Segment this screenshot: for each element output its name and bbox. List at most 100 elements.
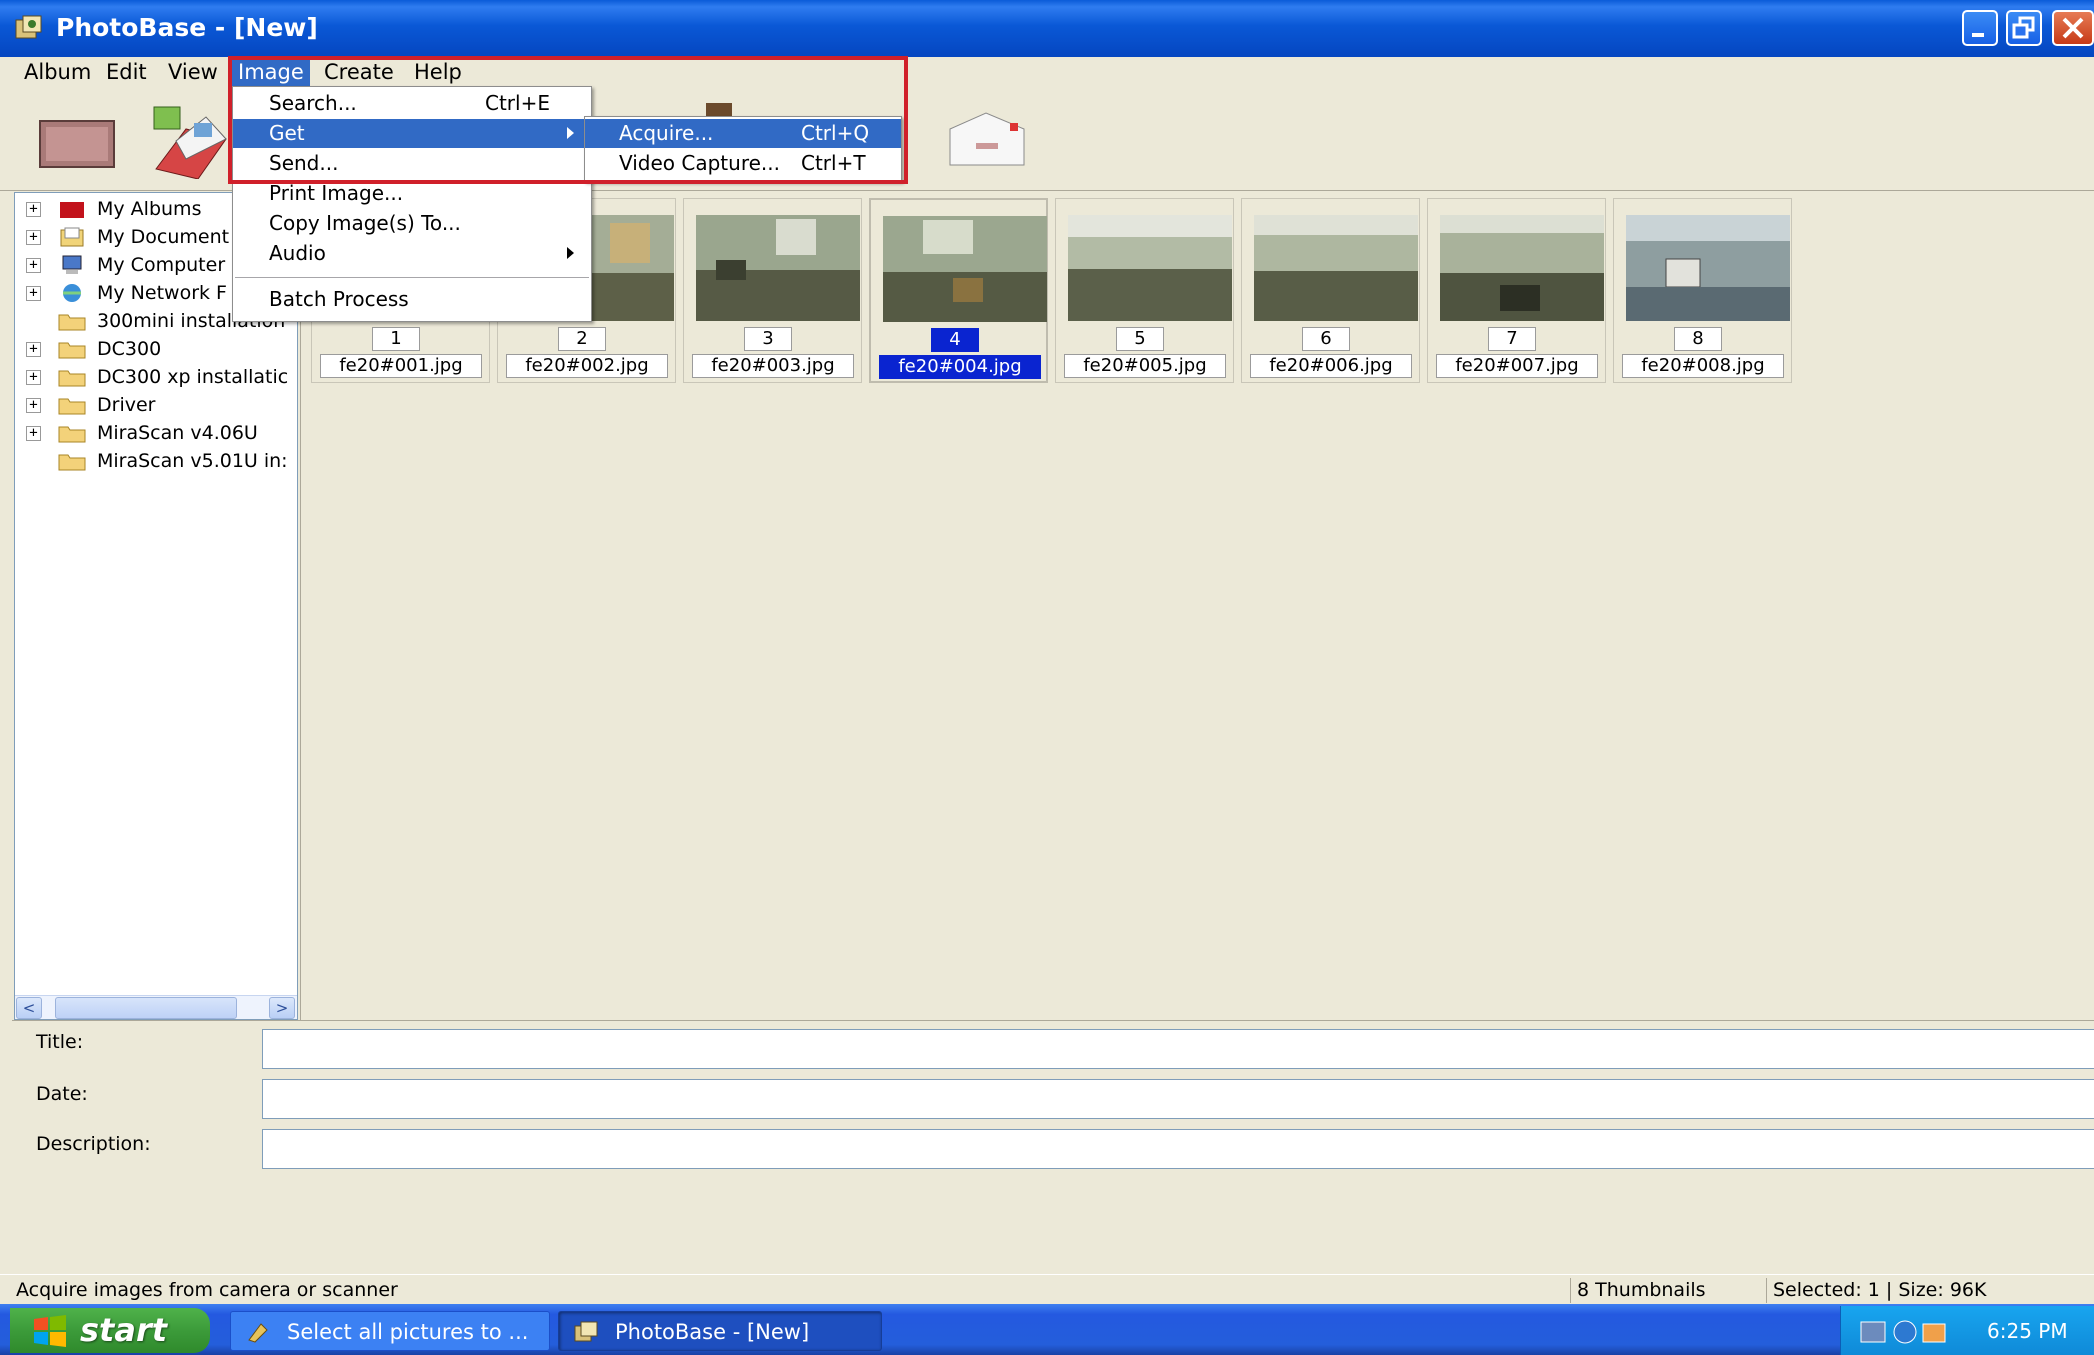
- thumbnail-image: [1626, 215, 1790, 321]
- tree-item-label: My Document: [97, 226, 230, 248]
- scrollbar-thumb[interactable]: [55, 997, 237, 1019]
- date-label: Date:: [36, 1083, 88, 1105]
- taskbar-button-label: Select all pictures to ...: [287, 1320, 529, 1344]
- tree-item-my-albums[interactable]: + My Albums: [15, 195, 205, 223]
- tree-item-label: DC300: [97, 338, 162, 360]
- tree-item-mirascan-v5[interactable]: MiraScan v5.01U in:: [15, 447, 297, 475]
- wizard-icon: [248, 1323, 268, 1343]
- documents-icon: [60, 227, 84, 247]
- thumbnail-image: [1068, 215, 1232, 321]
- thumbnail-number: 3: [744, 327, 792, 351]
- thumbnail-filename: fe20#008.jpg: [1622, 354, 1784, 378]
- thumbnail-item-selected[interactable]: 4 fe20#004.jpg: [869, 198, 1048, 383]
- tree-item-dc300[interactable]: + DC300: [15, 335, 297, 363]
- tree-item-label: MiraScan v4.06U: [97, 422, 258, 444]
- clock: 6:25 PM: [1987, 1319, 2068, 1343]
- thumbnail-item[interactable]: 5 fe20#005.jpg: [1055, 198, 1234, 383]
- annotation-highlight-box: [228, 56, 908, 184]
- thumbnail-filename: fe20#004.jpg: [879, 355, 1041, 379]
- thumbnail-item[interactable]: 6 fe20#006.jpg: [1241, 198, 1420, 383]
- close-icon: [2062, 17, 2084, 39]
- expand-icon[interactable]: +: [26, 398, 41, 413]
- thumbnail-image: [1254, 215, 1418, 321]
- tree-item-driver[interactable]: + Driver: [15, 391, 297, 419]
- thumbnail-number: 1: [372, 327, 420, 351]
- description-label: Description:: [36, 1133, 151, 1155]
- status-message: Acquire images from camera or scanner: [16, 1279, 398, 1301]
- thumbnail-filename: fe20#001.jpg: [320, 354, 482, 378]
- menu-item-audio[interactable]: Audio: [233, 239, 591, 268]
- email-toolbar-button[interactable]: [946, 109, 1030, 173]
- menu-item-label: Audio: [269, 241, 326, 265]
- thumbnail-image: [1440, 215, 1604, 321]
- windows-logo-icon: [34, 1315, 66, 1347]
- scroll-left-icon[interactable]: <: [16, 997, 42, 1019]
- menu-item-copy-images[interactable]: Copy Image(s) To...: [233, 209, 591, 238]
- taskbar-button-photobase[interactable]: PhotoBase - [New]: [558, 1311, 882, 1351]
- thumbnail-item[interactable]: 7 fe20#007.jpg: [1427, 198, 1606, 383]
- album-icon: [60, 202, 84, 218]
- expand-icon[interactable]: +: [26, 286, 41, 301]
- thumbnail-item[interactable]: 8 fe20#008.jpg: [1613, 198, 1792, 383]
- title-label: Title:: [36, 1031, 84, 1053]
- thumbnail-number: 7: [1488, 327, 1536, 351]
- start-label: start: [80, 1311, 168, 1349]
- tree-item-label: My Albums: [97, 198, 202, 220]
- album-icon: [39, 120, 115, 168]
- expand-icon[interactable]: +: [26, 258, 41, 273]
- menu-album[interactable]: Album: [18, 59, 97, 86]
- folder-icon: [58, 370, 86, 387]
- title-bar[interactable]: PhotoBase - [New]: [0, 0, 2094, 57]
- tree-item-dc300-xp[interactable]: + DC300 xp installatic: [15, 363, 297, 391]
- photo-toolbar-button[interactable]: [146, 99, 230, 180]
- expand-icon[interactable]: +: [26, 230, 41, 245]
- status-bar: Acquire images from camera or scanner 8 …: [0, 1274, 2094, 1304]
- minimize-button[interactable]: [1962, 10, 1998, 46]
- thumbnail-filename: fe20#002.jpg: [506, 354, 668, 378]
- scroll-right-icon[interactable]: >: [269, 997, 295, 1019]
- submenu-arrow-icon: [567, 247, 574, 259]
- description-input[interactable]: [262, 1129, 2094, 1169]
- minimize-icon: [1972, 33, 1984, 37]
- expand-icon[interactable]: +: [26, 202, 41, 217]
- system-tray: 6:25 PM: [1840, 1306, 2094, 1355]
- photobase-app-icon: [574, 1321, 598, 1342]
- date-input[interactable]: [262, 1079, 2094, 1119]
- folder-icon: [58, 342, 86, 359]
- taskbar-button-select-pictures[interactable]: Select all pictures to ...: [230, 1311, 550, 1351]
- restore-button[interactable]: [2006, 10, 2042, 46]
- restore-icon: [2012, 16, 2035, 39]
- image-info-panel: Title: Date: Description:: [12, 1020, 2094, 1188]
- tree-item-label: MiraScan v5.01U in:: [97, 450, 288, 472]
- window-title: PhotoBase - [New]: [56, 13, 318, 42]
- tree-item-label: DC300 xp installatic: [97, 366, 289, 388]
- menu-item-batch-process[interactable]: Batch Process: [233, 285, 591, 314]
- tree-item-mirascan-v4[interactable]: + MiraScan v4.06U: [15, 419, 297, 447]
- tree-horizontal-scrollbar[interactable]: < >: [15, 995, 297, 1019]
- title-input[interactable]: [262, 1029, 2094, 1069]
- expand-icon[interactable]: +: [26, 370, 41, 385]
- thumbnail-filename: fe20#007.jpg: [1436, 354, 1598, 378]
- thumbnail-item[interactable]: 3 fe20#003.jpg: [683, 198, 862, 383]
- thumbnail-number: 4: [931, 328, 979, 352]
- envelope-icon: [949, 112, 1025, 166]
- folder-icon: [58, 426, 86, 443]
- computer-icon: [62, 255, 82, 274]
- expand-icon[interactable]: +: [26, 342, 41, 357]
- expand-icon[interactable]: +: [26, 426, 41, 441]
- folder-icon: [58, 398, 86, 415]
- album-toolbar-button[interactable]: [38, 117, 118, 171]
- menu-view[interactable]: View: [162, 59, 224, 86]
- close-button[interactable]: [2052, 10, 2094, 46]
- status-selection: Selected: 1 | Size: 96K: [1766, 1278, 1986, 1303]
- start-button[interactable]: start: [10, 1308, 210, 1353]
- thumbnail-number: 8: [1674, 327, 1722, 351]
- thumbnail-image: [696, 215, 860, 321]
- folder-icon: [58, 454, 86, 471]
- folder-icon: [58, 314, 86, 331]
- photos-book-icon: [153, 106, 227, 180]
- taskbar-button-label: PhotoBase - [New]: [615, 1320, 810, 1344]
- thumbnail-filename: fe20#005.jpg: [1064, 354, 1226, 378]
- network-icon: [63, 284, 81, 302]
- menu-edit[interactable]: Edit: [100, 59, 153, 86]
